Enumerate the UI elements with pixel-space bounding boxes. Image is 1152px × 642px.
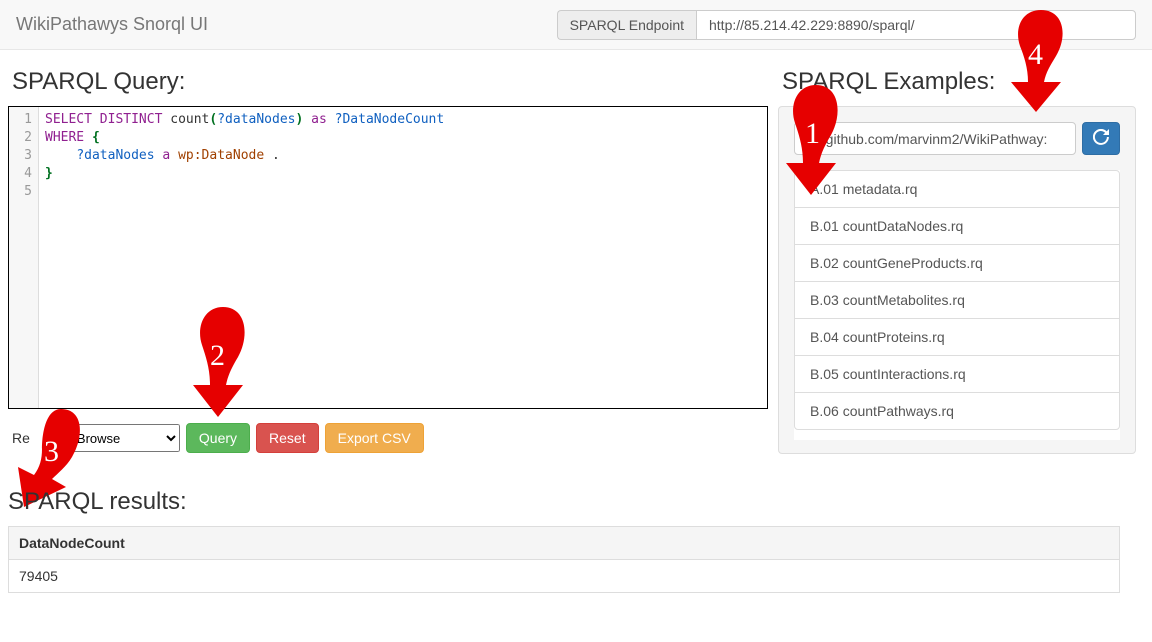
endpoint-label: SPARQL Endpoint xyxy=(557,10,696,40)
right-column: SPARQL Examples: A.01 metadata.rqB.01 co… xyxy=(778,58,1136,454)
left-column: SPARQL Query: 12345 SELECT DISTINCT coun… xyxy=(8,58,778,454)
example-item[interactable]: B.01 countDataNodes.rq xyxy=(795,208,1119,245)
results-section[interactable]: SPARQL results: DataNodeCount 79405 xyxy=(8,484,1144,624)
endpoint-group: SPARQL Endpoint xyxy=(557,10,1136,40)
examples-refresh-button[interactable] xyxy=(1082,122,1120,155)
example-item[interactable]: A.01 metadata.rq xyxy=(795,171,1119,208)
export-csv-button[interactable]: Export CSV xyxy=(325,423,424,453)
results-mode-label-prefix: Re xyxy=(12,430,30,446)
examples-list: A.01 metadata.rqB.01 countDataNodes.rqB.… xyxy=(794,170,1120,430)
editor-gutter: 12345 xyxy=(9,107,39,408)
refresh-icon xyxy=(1093,132,1109,148)
results-cell: 79405 xyxy=(9,560,1120,593)
results-column-header: DataNodeCount xyxy=(9,527,1120,560)
results-table: DataNodeCount 79405 xyxy=(8,526,1120,593)
examples-url-input[interactable] xyxy=(794,122,1076,155)
examples-panel: A.01 metadata.rqB.01 countDataNodes.rqB.… xyxy=(778,106,1136,454)
controls-row: Re Browse Query Reset Export CSV 2 xyxy=(8,423,768,453)
results-mode-select[interactable]: Browse xyxy=(68,424,180,452)
query-button[interactable]: Query xyxy=(186,423,250,453)
endpoint-input[interactable] xyxy=(696,10,1136,40)
example-item[interactable]: B.04 countProteins.rq xyxy=(795,319,1119,356)
top-navbar: WikiPathawys Snorql UI SPARQL Endpoint xyxy=(0,0,1152,50)
main-area: SPARQL Query: 12345 SELECT DISTINCT coun… xyxy=(0,50,1152,454)
reset-button[interactable]: Reset xyxy=(256,423,319,453)
example-item[interactable]: B.02 countGeneProducts.rq xyxy=(795,245,1119,282)
sparql-query-title: SPARQL Query: xyxy=(12,68,768,96)
example-item[interactable]: B.06 countPathways.rq xyxy=(795,393,1119,429)
examples-list-scroll[interactable]: A.01 metadata.rqB.01 countDataNodes.rqB.… xyxy=(794,170,1120,440)
sparql-editor[interactable]: 12345 SELECT DISTINCT count(?dataNodes) … xyxy=(8,106,768,409)
example-item[interactable]: B.03 countMetabolites.rq xyxy=(795,282,1119,319)
app-brand: WikiPathawys Snorql UI xyxy=(16,14,208,35)
table-row: 79405 xyxy=(9,560,1120,593)
editor-code[interactable]: SELECT DISTINCT count(?dataNodes) as ?Da… xyxy=(39,107,450,408)
example-item[interactable]: B.05 countInteractions.rq xyxy=(795,356,1119,393)
sparql-results-title: SPARQL results: xyxy=(8,488,1120,516)
sparql-examples-title: SPARQL Examples: xyxy=(782,68,1136,96)
